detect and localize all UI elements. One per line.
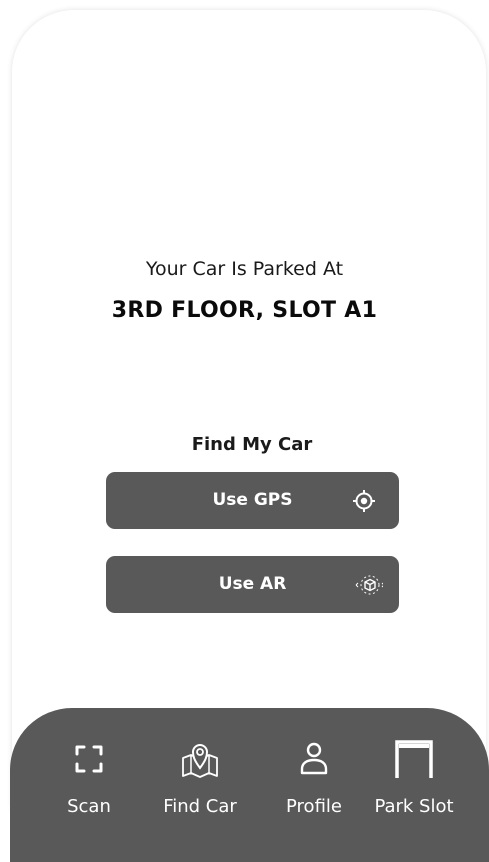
use-gps-button[interactable]: Use GPS — [106, 472, 399, 529]
bottom-nav-bar: Scan Find Car Profile Park Slot — [10, 708, 489, 862]
find-my-car-title: Find My Car — [191, 434, 313, 455]
nav-item-find-car[interactable]: Find Car — [148, 738, 252, 838]
use-ar-button[interactable]: Use AR — [106, 556, 399, 613]
nav-label-profile: Profile — [286, 796, 342, 817]
parked-label: Your Car Is Parked At — [145, 258, 344, 280]
nav-label-scan: Scan — [67, 796, 111, 817]
nav-label-park-slot: Park Slot — [374, 796, 454, 817]
scan-icon — [75, 745, 103, 773]
ar-cube-icon — [355, 575, 383, 595]
locate-icon — [353, 490, 375, 512]
nav-item-park-slot[interactable]: Park Slot — [364, 738, 464, 838]
nav-label-find-car: Find Car — [163, 796, 237, 817]
nav-item-profile[interactable]: Profile — [274, 738, 354, 838]
parked-location: 3RD FLOOR, SLOT A1 — [111, 298, 378, 323]
map-pin-icon — [182, 744, 218, 778]
nav-item-scan[interactable]: Scan — [54, 738, 124, 838]
user-icon — [300, 742, 328, 775]
parking-slot-icon — [395, 740, 433, 778]
